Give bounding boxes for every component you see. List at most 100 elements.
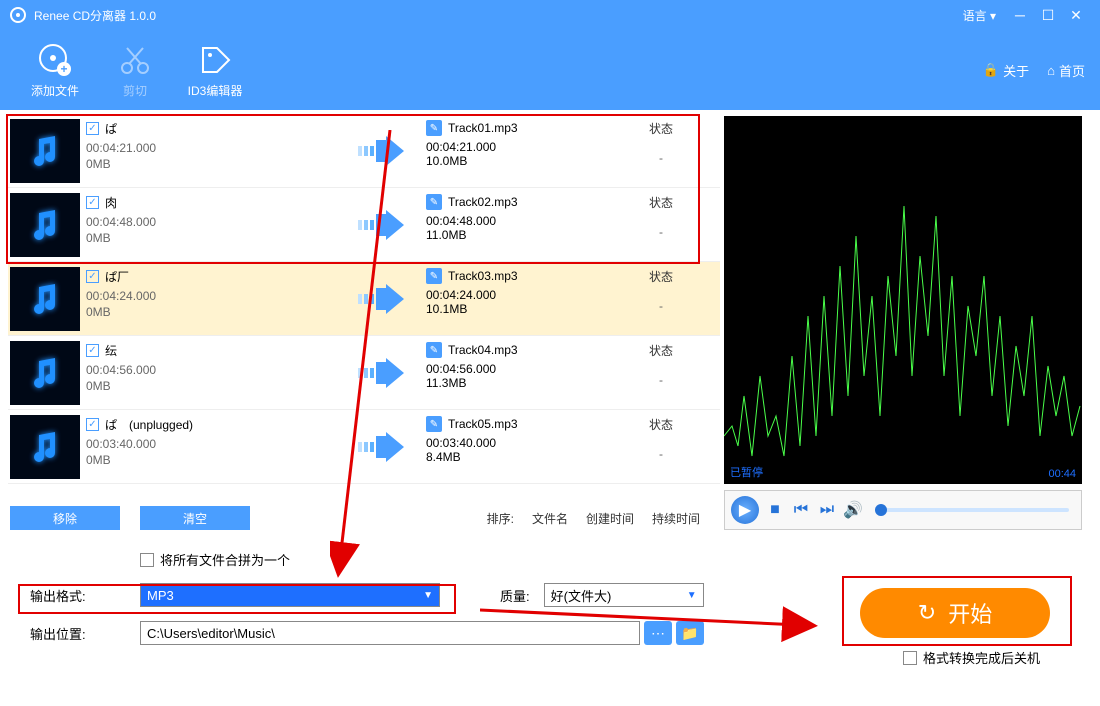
track-checkbox[interactable]: ✓ <box>86 122 99 135</box>
track-name: 肉 <box>105 194 117 211</box>
sort-duration[interactable]: 持续时间 <box>652 510 700 527</box>
start-button[interactable]: ↻ 开始 <box>860 588 1050 638</box>
home-icon: ⌂ <box>1047 63 1055 78</box>
quality-label: 质量: <box>500 586 530 605</box>
id3-editor-button[interactable]: ID3编辑器 <box>175 42 255 99</box>
output-filename: Track05.mp3 <box>448 417 518 431</box>
status-value: - <box>626 373 696 387</box>
format-label: 输出格式: <box>30 586 140 605</box>
track-row[interactable]: ✓纭00:04:56.0000MB✎Track04.mp300:04:56.00… <box>8 336 720 410</box>
language-dropdown[interactable]: 语言 ▾ <box>963 7 996 24</box>
sort-label: 排序: <box>487 510 514 527</box>
merge-label: 将所有文件合拼为一个 <box>160 550 290 569</box>
next-button[interactable]: ⏭ <box>817 500 837 520</box>
track-thumbnail <box>10 119 80 183</box>
quality-select[interactable]: 好(文件大) ▼ <box>544 583 704 607</box>
app-icon <box>10 7 26 23</box>
output-duration: 00:04:21.000 <box>426 140 626 154</box>
edit-icon[interactable]: ✎ <box>426 416 442 432</box>
svg-text:+: + <box>60 62 67 76</box>
volume-button[interactable]: 🔊 <box>843 500 863 520</box>
tag-icon <box>197 42 233 78</box>
track-row[interactable]: ✓肉00:04:48.0000MB✎Track02.mp300:04:48.00… <box>8 188 720 262</box>
toolbar: + 添加文件 剪切 ID3编辑器 🔒 关于 ⌂ 首页 <box>0 30 1100 110</box>
track-checkbox[interactable]: ✓ <box>86 270 99 283</box>
output-path-input[interactable]: C:\Users\editor\Music\ <box>140 621 640 645</box>
output-size: 10.1MB <box>426 302 626 316</box>
track-row[interactable]: ✓ぱ厂00:04:24.0000MB✎Track03.mp300:04:24.0… <box>8 262 720 336</box>
add-file-button[interactable]: + 添加文件 <box>15 42 95 99</box>
output-size: 11.3MB <box>426 376 626 390</box>
home-link[interactable]: ⌂ 首页 <box>1047 61 1085 80</box>
status-label: 状态 <box>626 342 696 359</box>
status-label: 状态 <box>626 120 696 137</box>
prev-button[interactable]: ⏮ <box>791 500 811 520</box>
browse-folder-button[interactable]: 📁 <box>676 621 704 645</box>
track-row[interactable]: ✓ぱ00:04:21.0000MB✎Track01.mp300:04:21.00… <box>8 114 720 188</box>
edit-icon[interactable]: ✎ <box>426 268 442 284</box>
remove-button[interactable]: 移除 <box>10 506 120 530</box>
sort-created[interactable]: 创建时间 <box>586 510 634 527</box>
maximize-button[interactable]: ☐ <box>1034 5 1062 25</box>
output-path-label: 输出位置: <box>30 624 140 643</box>
status-label: 状态 <box>626 268 696 285</box>
edit-icon[interactable]: ✎ <box>426 342 442 358</box>
track-name: 纭 <box>105 342 117 359</box>
preview-panel: 已暂停 00:44 ▶ ■ ⏮ ⏭ 🔊 <box>720 110 1090 540</box>
cd-add-icon: + <box>37 42 73 78</box>
track-size: 0MB <box>86 379 346 393</box>
chevron-down-icon: ▼ <box>423 590 433 601</box>
track-checkbox[interactable]: ✓ <box>86 344 99 357</box>
output-filename: Track04.mp3 <box>448 343 518 357</box>
track-list-panel: ✓ぱ00:04:21.0000MB✎Track01.mp300:04:21.00… <box>0 110 720 540</box>
track-thumbnail <box>10 341 80 405</box>
track-size: 0MB <box>86 231 346 245</box>
track-duration: 00:04:56.000 <box>86 363 346 377</box>
track-duration: 00:04:48.000 <box>86 215 346 229</box>
track-list[interactable]: ✓ぱ00:04:21.0000MB✎Track01.mp300:04:21.00… <box>8 114 720 502</box>
more-button[interactable]: ⋯ <box>644 621 672 645</box>
status-value: - <box>626 151 696 165</box>
track-thumbnail <box>10 193 80 257</box>
output-filename: Track01.mp3 <box>448 121 518 135</box>
edit-icon[interactable]: ✎ <box>426 120 442 136</box>
output-size: 10.0MB <box>426 154 626 168</box>
scissors-icon <box>117 42 153 78</box>
arrow-icon <box>346 262 426 335</box>
waveform-preview: 已暂停 00:44 <box>724 116 1082 484</box>
track-duration: 00:04:24.000 <box>86 289 346 303</box>
lock-icon: 🔒 <box>983 62 999 78</box>
merge-checkbox[interactable] <box>140 553 154 567</box>
track-row[interactable]: ✓ぱ (unplugged)00:03:40.0000MB✎Track05.mp… <box>8 410 720 484</box>
close-button[interactable]: ✕ <box>1062 5 1090 25</box>
status-value: - <box>626 447 696 461</box>
cut-button[interactable]: 剪切 <box>95 42 175 99</box>
track-size: 0MB <box>86 157 346 171</box>
track-checkbox[interactable]: ✓ <box>86 196 99 209</box>
sort-filename[interactable]: 文件名 <box>532 510 568 527</box>
arrow-icon <box>346 336 426 409</box>
output-duration: 00:04:48.000 <box>426 214 626 228</box>
chevron-down-icon: ▼ <box>687 590 697 601</box>
track-duration: 00:04:21.000 <box>86 141 346 155</box>
output-filename: Track03.mp3 <box>448 269 518 283</box>
track-thumbnail <box>10 267 80 331</box>
format-select[interactable]: MP3 ▼ <box>140 583 440 607</box>
preview-status: 已暂停 <box>730 464 763 480</box>
clear-button[interactable]: 清空 <box>140 506 250 530</box>
shutdown-checkbox[interactable] <box>903 651 917 665</box>
track-checkbox[interactable]: ✓ <box>86 418 99 431</box>
track-duration: 00:03:40.000 <box>86 437 346 451</box>
minimize-button[interactable]: ─ <box>1006 5 1034 25</box>
preview-time: 00:44 <box>1048 468 1076 480</box>
play-button[interactable]: ▶ <box>731 496 759 524</box>
refresh-icon: ↻ <box>918 600 936 626</box>
track-size: 0MB <box>86 453 346 467</box>
seek-slider[interactable] <box>875 508 1069 512</box>
shutdown-label: 格式转换完成后关机 <box>923 648 1040 667</box>
about-link[interactable]: 🔒 关于 <box>983 61 1029 80</box>
edit-icon[interactable]: ✎ <box>426 194 442 210</box>
track-size: 0MB <box>86 305 346 319</box>
stop-button[interactable]: ■ <box>765 500 785 520</box>
arrow-icon <box>346 114 426 187</box>
